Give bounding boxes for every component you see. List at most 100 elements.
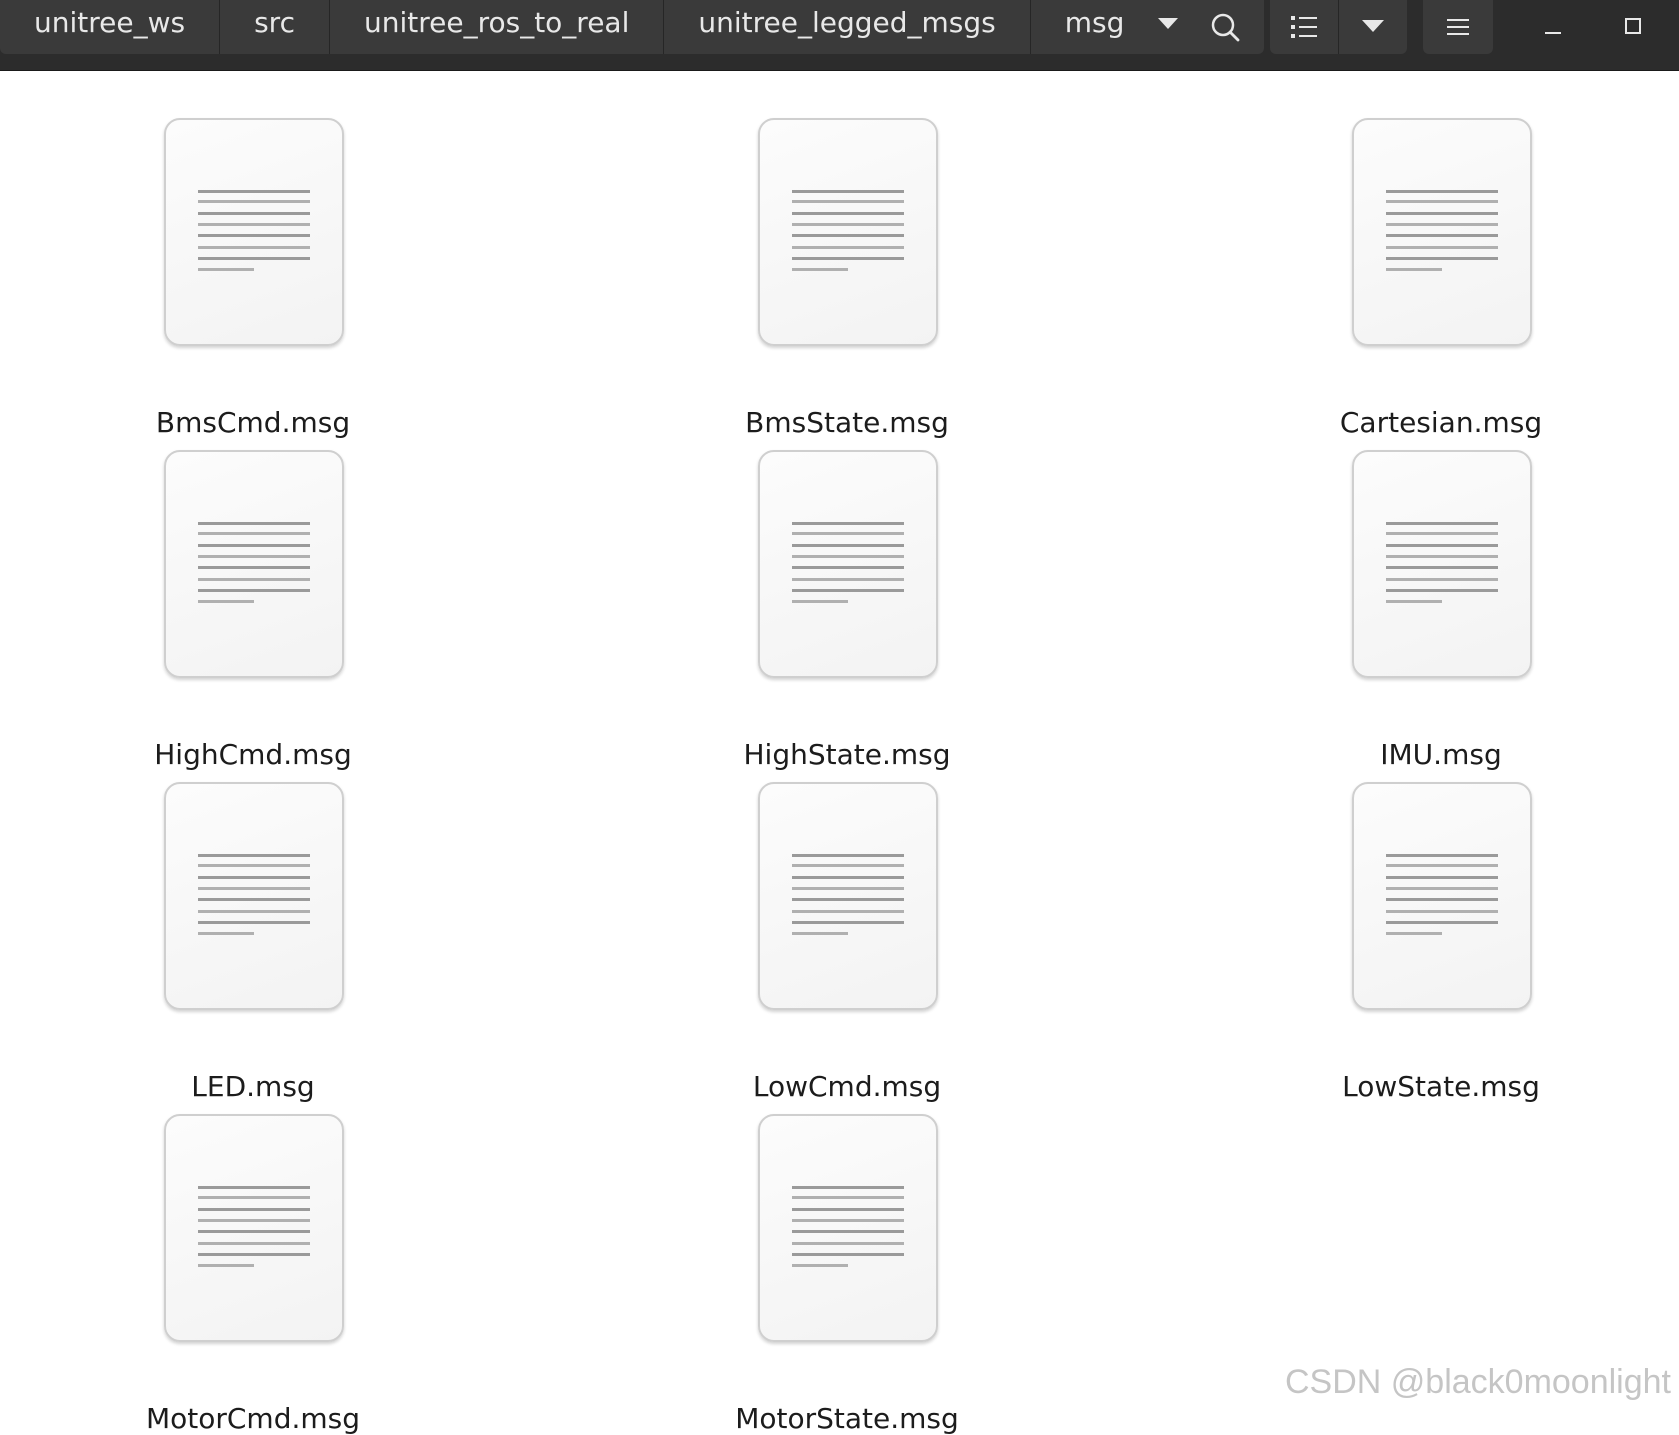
- document-line: [1386, 864, 1498, 867]
- document-line: [792, 578, 904, 581]
- document-line: [792, 268, 848, 271]
- view-options-group: [1270, 0, 1407, 54]
- text-document-icon: [164, 782, 344, 1010]
- document-line: [1386, 544, 1498, 547]
- document-line: [198, 532, 310, 535]
- document-line: [792, 1208, 904, 1211]
- text-document-icon: [758, 1114, 938, 1342]
- file-name: LowCmd.msg: [697, 1070, 997, 1103]
- document-line: [792, 223, 904, 226]
- text-document-icon: [1352, 450, 1532, 678]
- file-name: LED.msg: [103, 1070, 403, 1103]
- file-name: MotorCmd.msg: [103, 1402, 403, 1435]
- document-line: [792, 898, 904, 901]
- file-name: BmsState.msg: [697, 406, 997, 439]
- view-menu-button[interactable]: [1338, 0, 1407, 54]
- document-line: [792, 600, 848, 603]
- document-line: [792, 921, 904, 924]
- document-line: [198, 200, 310, 203]
- headerbar: unitree_ws src unitree_ros_to_real unitr…: [0, 0, 1679, 71]
- document-line: [198, 600, 254, 603]
- document-line: [198, 921, 310, 924]
- document-line: [792, 1196, 904, 1199]
- text-document-icon: [1352, 782, 1532, 1010]
- breadcrumb-item-unitree-ws[interactable]: unitree_ws: [0, 0, 220, 54]
- document-line: [1386, 589, 1498, 592]
- document-line: [1386, 257, 1498, 260]
- document-line: [198, 932, 254, 935]
- main-menu-button[interactable]: [1423, 0, 1493, 54]
- list-view-icon: [1290, 15, 1318, 39]
- breadcrumb-item-msg[interactable]: msg: [1031, 0, 1204, 54]
- document-line: [1386, 246, 1498, 249]
- document-line: [198, 1219, 310, 1222]
- document-line: [792, 566, 904, 569]
- document-line: [198, 190, 310, 193]
- document-line: [792, 1219, 904, 1222]
- document-line: [198, 268, 254, 271]
- maximize-icon: [1623, 16, 1643, 36]
- breadcrumb-item-unitree-ros-to-real[interactable]: unitree_ros_to_real: [330, 0, 664, 54]
- document-line: [1386, 268, 1442, 271]
- document-line: [198, 864, 310, 867]
- document-line: [792, 234, 904, 237]
- breadcrumb-item-unitree-legged-msgs[interactable]: unitree_legged_msgs: [664, 0, 1030, 54]
- document-line: [792, 544, 904, 547]
- breadcrumb-item-src[interactable]: src: [220, 0, 330, 54]
- document-line: [198, 234, 310, 237]
- document-line: [792, 1186, 904, 1189]
- file-name: HighState.msg: [697, 738, 997, 771]
- watermark: CSDN @black0moonlight: [1285, 1363, 1671, 1402]
- text-document-icon: [164, 450, 344, 678]
- document-line: [198, 910, 310, 913]
- document-line: [1386, 898, 1498, 901]
- minimize-button[interactable]: [1530, 6, 1576, 46]
- document-line: [792, 246, 904, 249]
- document-line: [792, 1264, 848, 1267]
- text-document-icon: [758, 450, 938, 678]
- text-document-icon: [758, 118, 938, 346]
- document-line: [1386, 555, 1498, 558]
- file-name: HighCmd.msg: [103, 738, 403, 771]
- document-line: [198, 854, 310, 857]
- document-line: [198, 566, 310, 569]
- document-line: [198, 1242, 310, 1245]
- document-line: [1386, 600, 1442, 603]
- document-line: [792, 555, 904, 558]
- document-line: [792, 876, 904, 879]
- document-line: [198, 212, 310, 215]
- document-line: [1386, 234, 1498, 237]
- chevron-down-icon: [1362, 20, 1384, 34]
- document-line: [1386, 190, 1498, 193]
- document-line: [1386, 223, 1498, 226]
- list-view-button[interactable]: [1270, 0, 1338, 54]
- hamburger-menu-icon: [1446, 17, 1470, 37]
- document-line: [198, 246, 310, 249]
- document-line: [198, 1230, 310, 1233]
- document-line: [792, 200, 904, 203]
- document-line: [1386, 200, 1498, 203]
- search-button[interactable]: [1186, 0, 1264, 54]
- document-line: [198, 887, 310, 890]
- document-line: [792, 589, 904, 592]
- file-name: IMU.msg: [1291, 738, 1591, 771]
- document-line: [792, 257, 904, 260]
- document-line: [1386, 578, 1498, 581]
- document-line: [1386, 522, 1498, 525]
- document-line: [1386, 212, 1498, 215]
- document-line: [792, 212, 904, 215]
- document-line: [1386, 876, 1498, 879]
- document-line: [198, 589, 310, 592]
- text-document-icon: [164, 1114, 344, 1342]
- document-line: [198, 1196, 310, 1199]
- document-line: [198, 544, 310, 547]
- document-line: [198, 257, 310, 260]
- document-line: [792, 190, 904, 193]
- document-line: [1386, 910, 1498, 913]
- file-name: LowState.msg: [1291, 1070, 1591, 1103]
- document-line: [1386, 932, 1442, 935]
- maximize-button[interactable]: [1610, 6, 1656, 46]
- document-line: [1386, 532, 1498, 535]
- document-line: [792, 854, 904, 857]
- search-icon: [1210, 12, 1240, 42]
